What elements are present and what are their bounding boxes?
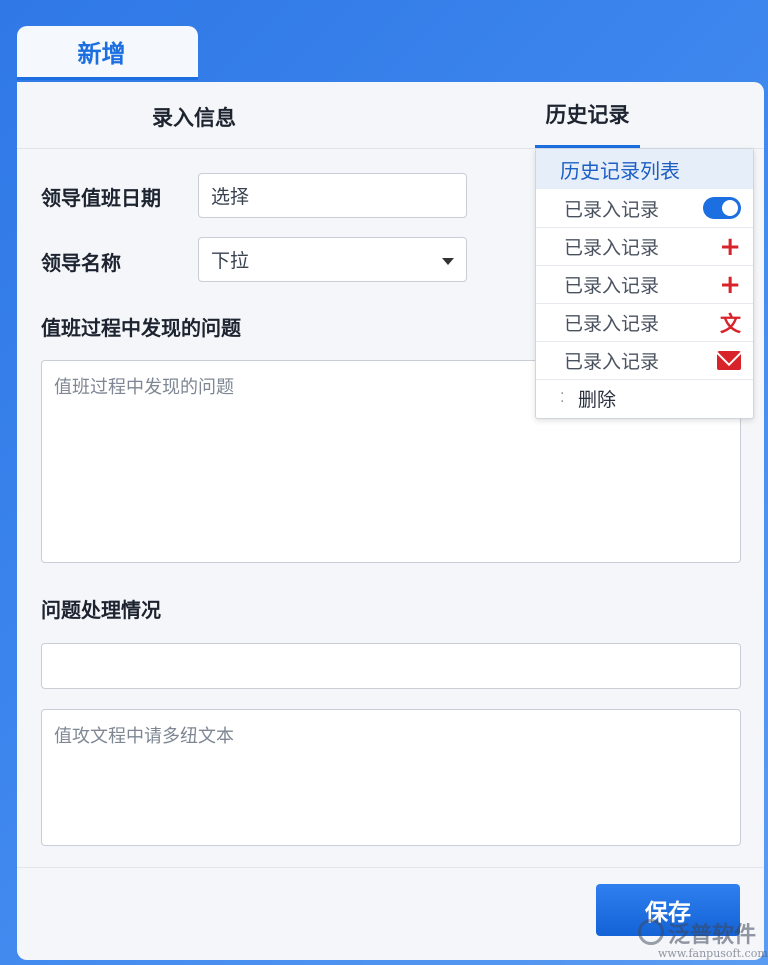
problems-label: 值班过程中发现的问题 bbox=[41, 316, 241, 340]
watermark-logo-icon bbox=[638, 919, 664, 945]
problems-placeholder: 值班过程中发现的问题 bbox=[54, 377, 234, 398]
delete-label: 删除 bbox=[578, 389, 617, 411]
history-item-label: 已录入记录 bbox=[564, 198, 660, 221]
history-item[interactable]: 已录入记录 文 bbox=[536, 303, 753, 341]
history-dropdown: 历史记录列表 已录入记录 已录入记录 + 已录入记录 + 已录入记录 文 已录入… bbox=[535, 148, 754, 419]
tab-entry[interactable]: 录入信息 bbox=[152, 102, 236, 132]
name-select-value: 下拉 bbox=[211, 250, 250, 272]
text-icon[interactable]: 文 bbox=[720, 308, 741, 338]
name-label: 领导名称 bbox=[41, 251, 121, 275]
drag-handle-icon: · · bbox=[560, 386, 565, 410]
handling-input[interactable] bbox=[41, 643, 741, 689]
history-item[interactable]: 已录入记录 bbox=[536, 341, 753, 379]
toggle-icon[interactable] bbox=[703, 196, 741, 219]
watermark-name: 泛普软件 bbox=[668, 923, 757, 948]
tab-new[interactable]: 新增 bbox=[17, 26, 198, 80]
handling-label: 问题处理情况 bbox=[41, 598, 161, 622]
delete-item[interactable]: · · 删除 bbox=[536, 379, 753, 417]
name-select[interactable]: 下拉 bbox=[198, 237, 467, 282]
history-list-title: 历史记录列表 bbox=[536, 149, 753, 189]
mail-icon[interactable] bbox=[717, 351, 741, 370]
history-item-label: 已录入记录 bbox=[564, 351, 660, 373]
footer-divider bbox=[17, 867, 764, 868]
history-item[interactable]: 已录入记录 bbox=[536, 189, 753, 227]
history-item-label: 已录入记录 bbox=[564, 313, 660, 335]
watermark: 泛普软件 www.fanpusoft.com bbox=[638, 915, 768, 961]
history-item[interactable]: 已录入记录 + bbox=[536, 265, 753, 303]
date-picker[interactable]: 选择 bbox=[198, 173, 467, 218]
tab-history-label: 历史记录 bbox=[545, 102, 630, 127]
tab-history[interactable]: 历史记录 bbox=[535, 82, 640, 148]
section-tabs: 录入信息 历史记录 bbox=[17, 82, 764, 149]
date-label: 领导值班日期 bbox=[41, 186, 161, 210]
history-item-label: 已录入记录 bbox=[564, 237, 660, 259]
watermark-url: www.fanpusoft.com bbox=[658, 947, 768, 960]
history-item[interactable]: 已录入记录 + bbox=[536, 227, 753, 265]
chevron-down-icon bbox=[442, 258, 454, 265]
plus-icon[interactable]: + bbox=[719, 272, 741, 298]
handling-placeholder: 值攻文程中请多纽文本 bbox=[54, 726, 234, 747]
history-item-label: 已录入记录 bbox=[564, 275, 660, 297]
tab-new-label: 新增 bbox=[77, 40, 126, 68]
plus-icon[interactable]: + bbox=[719, 234, 741, 260]
handling-textarea[interactable]: 值攻文程中请多纽文本 bbox=[41, 709, 741, 846]
date-picker-value: 选择 bbox=[211, 186, 250, 208]
